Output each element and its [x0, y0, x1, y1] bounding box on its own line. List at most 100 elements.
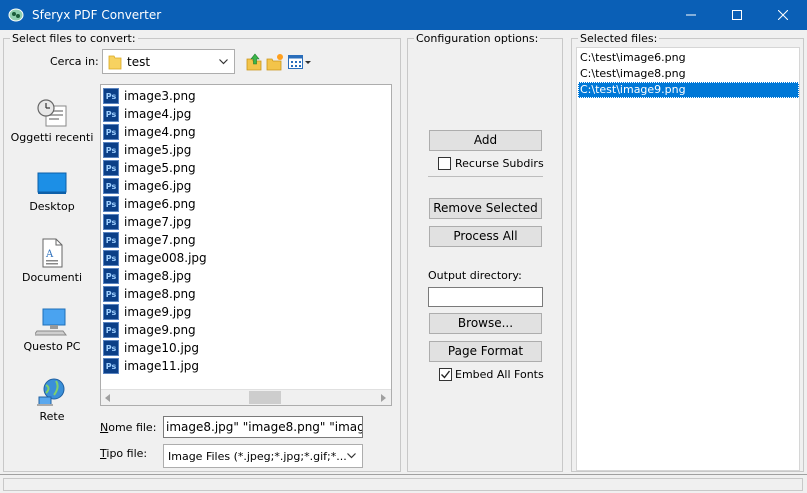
- file-list-item[interactable]: Ps image7.jpg: [103, 213, 191, 231]
- close-button[interactable]: [760, 0, 806, 30]
- file-list-item[interactable]: Ps image4.jpg: [103, 105, 191, 123]
- desktop-icon: [37, 172, 67, 194]
- add-button[interactable]: Add: [429, 130, 542, 151]
- place-label: Desktop: [29, 200, 75, 213]
- window-title: Sferyx PDF Converter: [32, 8, 162, 22]
- horizontal-scrollbar[interactable]: [101, 389, 391, 405]
- minimize-icon: [686, 14, 696, 16]
- file-list-item[interactable]: Ps image8.jpg: [103, 267, 191, 285]
- file-name: image4.jpg: [124, 107, 192, 121]
- remove-selected-button[interactable]: Remove Selected: [429, 198, 542, 219]
- file-list-item[interactable]: Ps image6.png: [103, 195, 196, 213]
- place-label: Questo PC: [23, 340, 81, 353]
- image-file-icon: Ps: [103, 196, 119, 212]
- new-folder-icon[interactable]: [266, 53, 284, 71]
- file-name: image11.jpg: [124, 359, 200, 373]
- this-pc-icon: [35, 308, 67, 336]
- file-name: image8.png: [124, 287, 196, 301]
- file-list-item[interactable]: Ps image008.jpg: [103, 249, 207, 267]
- configuration-group-title: Configuration options:: [414, 32, 541, 45]
- title-bar: Sferyx PDF Converter: [0, 0, 807, 30]
- file-list-item[interactable]: Ps image10.jpg: [103, 339, 199, 357]
- image-file-icon: Ps: [103, 106, 119, 122]
- file-list-item[interactable]: Ps image9.png: [103, 321, 196, 339]
- filetype-value: Image Files (*.jpeg;*.jpg;*.gif;*....: [168, 450, 346, 463]
- image-file-icon: Ps: [103, 88, 119, 104]
- file-name: image10.jpg: [124, 341, 200, 355]
- file-list[interactable]: Ps image11.jpg Ps image10.jpg Ps image9.png Ps…: [100, 84, 392, 406]
- file-name: image7.jpg: [124, 215, 192, 229]
- selected-file-item[interactable]: C:\test\image9.png: [578, 82, 799, 98]
- scrollbar-thumb[interactable]: [249, 391, 281, 404]
- image-file-icon: Ps: [103, 124, 119, 140]
- file-list-item[interactable]: Ps image9.jpg: [103, 303, 191, 321]
- close-icon: [778, 10, 788, 20]
- selected-files-list[interactable]: C:\test\image6.png C:\test\image8.png C:\t…: [576, 47, 800, 471]
- recurse-subdirs-checkbox[interactable]: [438, 157, 451, 170]
- file-list-item[interactable]: Ps image3.png: [103, 87, 196, 105]
- chevron-down-icon: [347, 453, 356, 459]
- selected-file-item[interactable]: C:\test\image8.png: [578, 66, 799, 82]
- file-name: image9.png: [124, 323, 196, 337]
- maximize-button[interactable]: [714, 0, 760, 30]
- file-name: image5.png: [124, 161, 196, 175]
- place-label: Oggetti recenti: [10, 131, 94, 144]
- place-desktop[interactable]: Desktop: [8, 171, 96, 213]
- file-name: image008.jpg: [124, 251, 207, 265]
- process-all-button[interactable]: Process All: [429, 226, 542, 247]
- minimize-button[interactable]: [668, 0, 714, 30]
- file-list-item[interactable]: Ps image4.png: [103, 123, 196, 141]
- places-bar: Oggetti recenti Desktop A Documenti Ques…: [8, 85, 96, 470]
- place-label: Documenti: [21, 271, 83, 284]
- image-file-icon: Ps: [103, 232, 119, 248]
- page-format-button[interactable]: Page Format: [429, 341, 542, 362]
- view-menu-icon[interactable]: [288, 55, 312, 69]
- place-network[interactable]: Rete: [8, 377, 96, 423]
- filetype-combo[interactable]: Image Files (*.jpeg;*.jpg;*.gif;*....: [163, 444, 363, 468]
- file-list-item[interactable]: Ps image5.jpg: [103, 141, 191, 159]
- place-this-pc[interactable]: Questo PC: [8, 307, 96, 353]
- file-name: image8.jpg: [124, 269, 192, 283]
- svg-text:A: A: [45, 249, 54, 260]
- file-list-item[interactable]: Ps image5.png: [103, 159, 196, 177]
- embed-all-fonts-label: Embed All Fonts: [455, 368, 544, 381]
- filename-label: Nome file:: [100, 421, 157, 434]
- selected-files-group-title: Selected files:: [578, 32, 660, 45]
- selected-file-item[interactable]: C:\test\image6.png: [578, 50, 799, 66]
- image-file-icon: Ps: [103, 322, 119, 338]
- file-name: image7.png: [124, 233, 196, 247]
- file-name: image5.jpg: [124, 143, 192, 157]
- status-bar: [0, 474, 807, 493]
- file-list-item[interactable]: Ps image7.png: [103, 231, 196, 249]
- configuration-group: Configuration options:: [407, 32, 563, 472]
- embed-all-fonts-checkbox[interactable]: [439, 368, 452, 381]
- look-in-combo[interactable]: test: [102, 49, 235, 74]
- image-file-icon: Ps: [103, 250, 119, 266]
- file-list-item[interactable]: Ps image11.jpg: [103, 357, 199, 375]
- image-file-icon: Ps: [103, 214, 119, 230]
- up-folder-icon[interactable]: [246, 53, 262, 71]
- look-in-value: test: [127, 55, 151, 69]
- file-list-item[interactable]: Ps image6.jpg: [103, 177, 191, 195]
- place-documents[interactable]: A Documenti: [8, 238, 96, 284]
- status-panel: [3, 478, 803, 491]
- output-directory-field[interactable]: [428, 287, 543, 307]
- output-directory-label: Output directory:: [428, 269, 522, 282]
- image-file-icon: Ps: [103, 268, 119, 284]
- image-file-icon: Ps: [103, 160, 119, 176]
- sferyx-app-icon: [8, 8, 24, 22]
- browse-button[interactable]: Browse...: [429, 313, 542, 334]
- filename-value: image8.jpg" "image8.png" "image9.png": [166, 420, 362, 434]
- maximize-icon: [732, 10, 742, 20]
- file-name: image6.png: [124, 197, 196, 211]
- checkmark-icon: [441, 370, 451, 379]
- filename-field[interactable]: image8.jpg" "image8.png" "image9.png": [163, 416, 363, 438]
- image-file-icon: Ps: [103, 340, 119, 356]
- documents-icon: A: [42, 238, 63, 268]
- file-name: image6.jpg: [124, 179, 192, 193]
- place-recent[interactable]: Oggetti recenti: [8, 98, 96, 144]
- folder-icon: [108, 55, 122, 70]
- scroll-right-icon[interactable]: [381, 394, 387, 402]
- scroll-left-icon[interactable]: [105, 394, 111, 402]
- file-list-item[interactable]: Ps image8.png: [103, 285, 196, 303]
